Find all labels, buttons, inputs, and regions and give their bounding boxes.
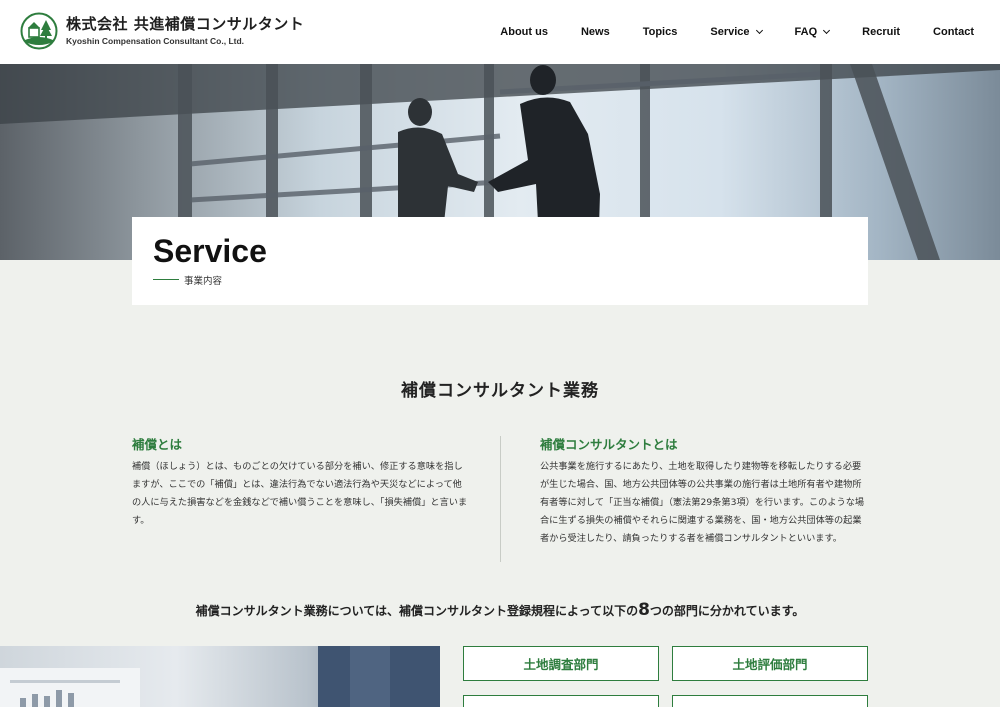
chevron-down-icon xyxy=(755,26,763,35)
nav-faq[interactable]: FAQ xyxy=(794,26,831,38)
nav-label: Topics xyxy=(642,26,678,38)
dept-button-land-valuation[interactable]: 土地評価部門 xyxy=(672,646,868,681)
lead-text-after: つの部門に分かれています。 xyxy=(649,604,805,618)
departments-lead: 補償コンサルタント業務については、補償コンサルタント登録規程によって以下の8つの… xyxy=(0,600,1000,620)
compensation-title: 補償とは xyxy=(132,437,183,452)
nav-label: FAQ xyxy=(794,26,818,38)
dept-button-4[interactable] xyxy=(672,695,868,707)
consultant-definition: 補償コンサルタントとは 公共事業を施行するにあたり、土地を取得したり建物等を移転… xyxy=(540,434,870,548)
dept-button-land-survey[interactable]: 土地調査部門 xyxy=(463,646,659,681)
laptop-chart-illustration xyxy=(0,646,440,707)
title-accent-line xyxy=(153,279,179,280)
nav-label: Recruit xyxy=(862,26,901,38)
nav-service[interactable]: Service xyxy=(710,26,763,38)
consultant-title: 補償コンサルタントとは xyxy=(540,437,678,452)
nav-label: News xyxy=(580,26,610,38)
column-divider xyxy=(500,436,501,562)
chevron-down-icon xyxy=(823,26,831,35)
nav-label: Service xyxy=(710,26,750,38)
company-name-en: Kyoshin Compensation Consultant Co., Ltd… xyxy=(66,36,245,46)
compensation-definition: 補償とは 補償（ほしょう）とは、ものごとの欠けている部分を補い、修正する意味を指… xyxy=(132,434,468,530)
company-name-ja: 株式会社 共進補償コンサルタント xyxy=(66,15,305,33)
nav-recruit[interactable]: Recruit xyxy=(862,26,900,38)
page-title-card: Service 事業内容 xyxy=(132,217,868,305)
site-header: 株式会社 共進補償コンサルタント Kyoshin Compensation Co… xyxy=(0,0,1000,64)
dept-button-3[interactable] xyxy=(463,695,659,707)
consultant-body: 公共事業を施行するにあたり、土地を取得したり建物等を移転したりする必要が生じた場… xyxy=(540,461,865,544)
lead-number: 8 xyxy=(638,600,650,620)
nav-topics[interactable]: Topics xyxy=(643,26,678,38)
section-heading: 補償コンサルタント業務 xyxy=(401,381,599,401)
office-photo xyxy=(0,646,440,707)
company-name[interactable]: 株式会社 共進補償コンサルタント Kyoshin Compensation Co… xyxy=(66,13,304,46)
lead-text-before: 補償コンサルタント業務については、補償コンサルタント登録規程によって以下の xyxy=(195,604,639,618)
company-logo-icon[interactable] xyxy=(20,12,58,50)
nav-label: Contact xyxy=(933,26,974,38)
nav-contact[interactable]: Contact xyxy=(933,26,974,38)
main-nav: About us News Topics Service FAQ Recruit… xyxy=(467,0,974,64)
nav-about-us[interactable]: About us xyxy=(500,26,548,38)
nav-news[interactable]: News xyxy=(581,26,610,38)
page-title: Service xyxy=(153,233,267,269)
nav-label: About us xyxy=(500,26,548,38)
page-subtitle: 事業内容 xyxy=(184,276,223,287)
compensation-body: 補償（ほしょう）とは、ものごとの欠けている部分を補い、修正する意味を指しますが、… xyxy=(132,461,468,526)
